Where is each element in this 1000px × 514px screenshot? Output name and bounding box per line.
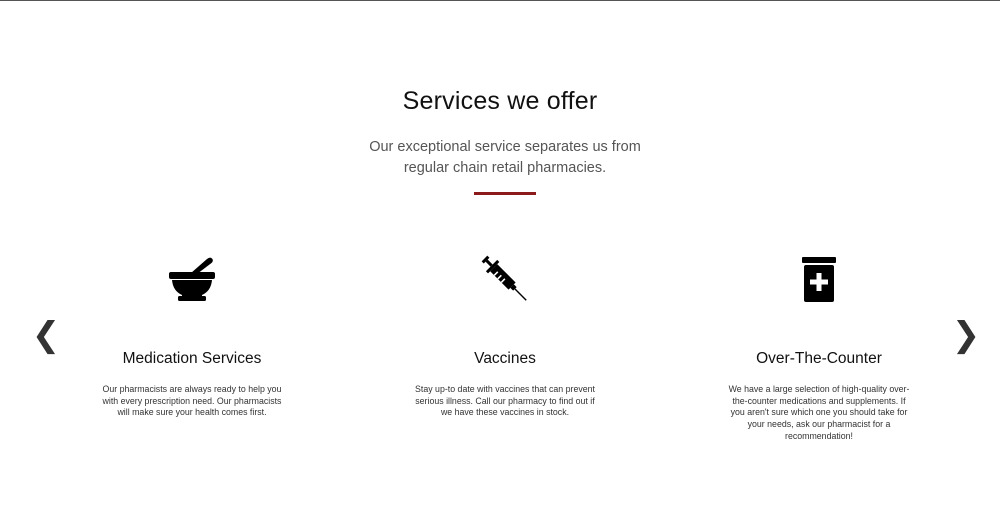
- service-title: Over-The-Counter: [756, 350, 882, 367]
- title-divider: [474, 192, 536, 195]
- section-title: Services we offer: [402, 87, 598, 115]
- service-title: Medication Services: [122, 350, 262, 367]
- service-description: Our pharmacists are always ready to help…: [102, 384, 282, 418]
- service-card-otc: Over-The-Counter We have a large selecti…: [709, 251, 929, 443]
- carousel-prev-button[interactable]: ❮: [31, 313, 61, 357]
- service-description: Stay up-to date with vaccines that can p…: [415, 384, 595, 418]
- services-section: Services we offer Our exceptional servic…: [0, 0, 1000, 514]
- mortar-pestle-icon: [169, 257, 215, 301]
- section-subtitle: Our exceptional service separates us fro…: [369, 139, 641, 176]
- carousel-next-button[interactable]: ❯: [951, 313, 981, 357]
- syringe-icon: [481, 255, 527, 301]
- prescription-bottle-icon: [802, 257, 836, 302]
- service-card-vaccines: Vaccines Stay up-to date with vaccines t…: [395, 251, 615, 419]
- service-title: Vaccines: [474, 350, 536, 367]
- service-card-medication: Medication Services Our pharmacists are …: [82, 251, 302, 419]
- service-description: We have a large selection of high-qualit…: [728, 384, 910, 441]
